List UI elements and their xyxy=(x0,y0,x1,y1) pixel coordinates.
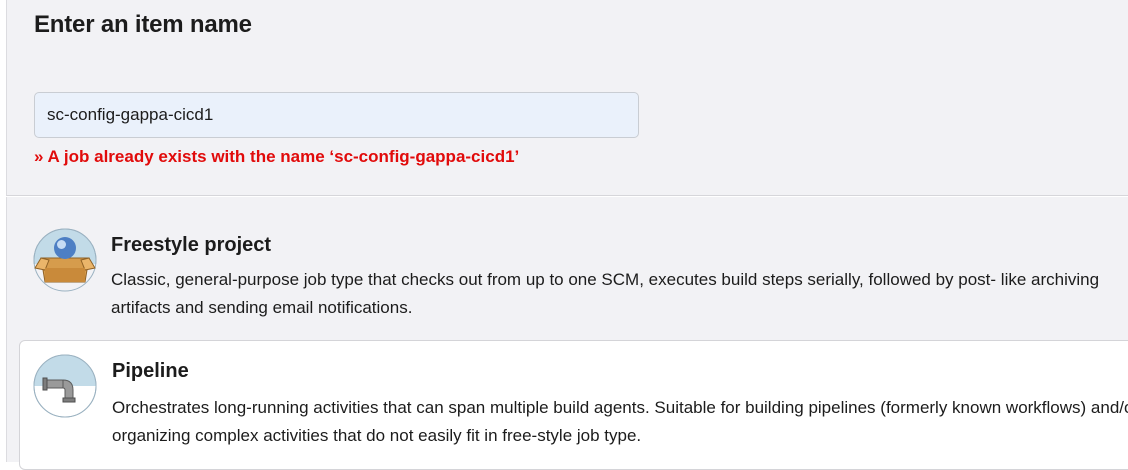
item-name-input[interactable] xyxy=(34,92,639,138)
freestyle-project-icon xyxy=(33,228,97,292)
page-title: Enter an item name xyxy=(34,11,252,38)
item-type-description: Classic, general-purpose job type that c… xyxy=(111,270,1100,317)
item-type-title: Freestyle project xyxy=(111,234,272,256)
item-type-freestyle-project[interactable]: Freestyle project Classic, general-purpo… xyxy=(19,217,1128,339)
item-type-description: Orchestrates long-running activities tha… xyxy=(112,398,1128,445)
item-name-error-message: » A job already exists with the name ‘sc… xyxy=(34,147,520,166)
item-type-pipeline[interactable]: Pipeline Orchestrates long-running activ… xyxy=(19,340,1128,470)
pipeline-icon xyxy=(33,354,97,418)
item-type-list: Freestyle project Classic, general-purpo… xyxy=(6,197,1128,470)
item-name-panel: Enter an item name » A job already exist… xyxy=(6,0,1128,196)
item-type-title: Pipeline xyxy=(112,360,189,382)
